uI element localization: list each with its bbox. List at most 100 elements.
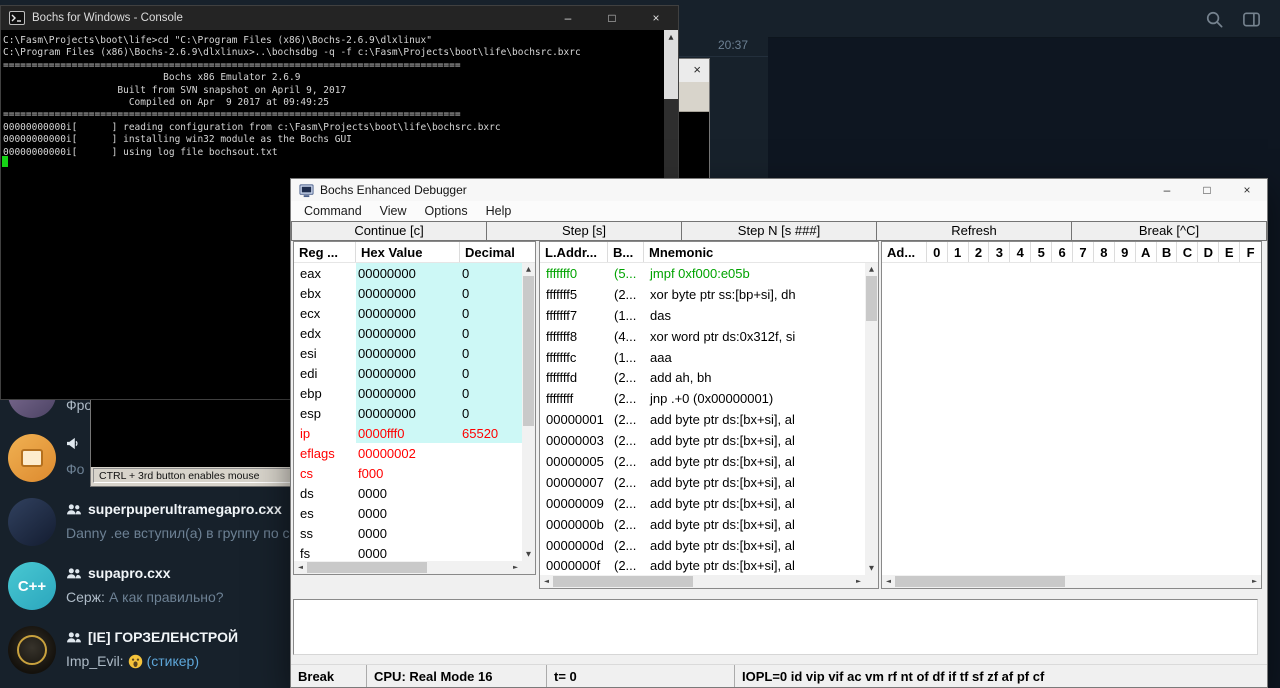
register-row[interactable]: fs 0000 (294, 543, 522, 561)
disasm-row[interactable]: ffffffff (2... jnp .+0 (0x00000001) (540, 388, 865, 409)
close-button[interactable]: × (634, 6, 678, 30)
scroll-right-button[interactable]: ► (1248, 575, 1261, 588)
register-row[interactable]: ecx 00000000 0 (294, 303, 522, 323)
console-titlebar[interactable]: Bochs for Windows - Console – □ × (1, 6, 678, 30)
register-row[interactable]: ebx 00000000 0 (294, 283, 522, 303)
col-header[interactable]: D (1198, 242, 1220, 262)
menu-help[interactable]: Help (477, 201, 521, 221)
scroll-down-button[interactable]: ▼ (522, 548, 535, 561)
break-button[interactable]: Break [^C] (1071, 221, 1267, 241)
menu-view[interactable]: View (371, 201, 416, 221)
scrollbar-thumb[interactable] (553, 576, 693, 587)
col-header[interactable]: 0 (927, 242, 948, 262)
step-button[interactable]: Step [s] (486, 221, 682, 241)
register-vscrollbar[interactable]: ▲ ▼ (522, 263, 535, 561)
register-row[interactable]: ebp 00000000 0 (294, 383, 522, 403)
disasm-mnemonic: add byte ptr ds:[bx+si], al (650, 495, 795, 511)
disasm-row[interactable]: 00000007 (2... add byte ptr ds:[bx+si], al (540, 472, 865, 493)
register-row[interactable]: esp 00000000 0 (294, 403, 522, 423)
disasm-row[interactable]: fffffff5 (2... xor byte ptr ss:[bp+si], dh (540, 284, 865, 305)
continue-button[interactable]: Continue [c] (291, 221, 487, 241)
register-hscrollbar[interactable]: ◄ ► (294, 561, 522, 574)
disasm-row[interactable]: 0000000b (2... add byte ptr ds:[bx+si], al (540, 514, 865, 535)
col-header[interactable]: 9 (1115, 242, 1136, 262)
col-header[interactable]: 3 (989, 242, 1011, 262)
search-icon[interactable] (1205, 10, 1224, 29)
register-row[interactable]: edx 00000000 0 (294, 323, 522, 343)
disasm-row[interactable]: 0000000f (2... add byte ptr ds:[bx+si], al (540, 555, 865, 575)
register-row[interactable]: ip 0000fff0 65520 (294, 423, 522, 443)
debugger-output-box[interactable] (293, 599, 1258, 655)
scroll-right-button[interactable]: ► (852, 575, 865, 588)
col-header[interactable]: Hex Value (356, 242, 460, 262)
register-row[interactable]: cs f000 (294, 463, 522, 483)
maximize-button[interactable]: □ (1187, 179, 1227, 201)
col-header[interactable]: 5 (1031, 242, 1053, 262)
scrollbar-thumb[interactable] (307, 562, 427, 573)
scrollbar-thumb[interactable] (664, 44, 678, 99)
close-icon[interactable]: × (693, 62, 701, 77)
disasm-row[interactable]: fffffff7 (1... das (540, 305, 865, 326)
register-row[interactable]: eflags 00000002 (294, 443, 522, 463)
disasm-row[interactable]: fffffff8 (4... xor word ptr ds:0x312f, si (540, 326, 865, 347)
disasm-row[interactable]: 00000009 (2... add byte ptr ds:[bx+si], al (540, 493, 865, 514)
close-button[interactable]: × (1227, 179, 1267, 201)
col-header[interactable]: B (1157, 242, 1178, 262)
menu-command[interactable]: Command (295, 201, 371, 221)
minimize-button[interactable]: – (1147, 179, 1187, 201)
disasm-row[interactable]: 00000005 (2... add byte ptr ds:[bx+si], al (540, 451, 865, 472)
register-row[interactable]: eax 00000000 0 (294, 263, 522, 283)
col-header[interactable]: B... (608, 242, 644, 262)
scroll-up-button[interactable]: ▲ (664, 30, 678, 44)
register-row[interactable]: es 0000 (294, 503, 522, 523)
scrollbar-thumb[interactable] (523, 276, 534, 426)
scroll-up-button[interactable]: ▲ (522, 263, 535, 276)
scroll-right-button[interactable]: ► (509, 561, 522, 574)
register-row[interactable]: edi 00000000 0 (294, 363, 522, 383)
debugger-titlebar[interactable]: Bochs Enhanced Debugger – □ × (291, 179, 1267, 201)
minimize-button[interactable]: – (546, 6, 590, 30)
scroll-left-button[interactable]: ◄ (294, 561, 307, 574)
scrollbar-thumb[interactable] (866, 276, 877, 321)
register-row[interactable]: ds 0000 (294, 483, 522, 503)
col-header[interactable]: A (1136, 242, 1157, 262)
refresh-button[interactable]: Refresh (876, 221, 1072, 241)
col-header[interactable]: 6 (1052, 242, 1074, 262)
disasm-row[interactable]: 0000000d (2... add byte ptr ds:[bx+si], al (540, 535, 865, 556)
disasm-address: 00000001 (546, 412, 604, 428)
maximize-button[interactable]: □ (590, 6, 634, 30)
col-header[interactable]: 7 (1073, 242, 1094, 262)
col-header[interactable]: 1 (948, 242, 969, 262)
disasm-vscrollbar[interactable]: ▲ ▼ (865, 263, 878, 575)
register-row[interactable]: esi 00000000 0 (294, 343, 522, 363)
col-header[interactable]: Decimal (460, 242, 535, 262)
col-header[interactable]: 2 (969, 242, 990, 262)
scroll-up-button[interactable]: ▲ (865, 263, 878, 276)
scroll-left-button[interactable]: ◄ (540, 575, 553, 588)
col-header[interactable]: 4 (1010, 242, 1032, 262)
col-header[interactable]: F (1240, 242, 1261, 262)
sidebar-toggle-icon[interactable] (1242, 10, 1261, 29)
register-name: edi (300, 365, 318, 381)
scroll-left-button[interactable]: ◄ (882, 575, 895, 588)
menu-options[interactable]: Options (416, 201, 477, 221)
disasm-row[interactable]: fffffffd (2... add ah, bh (540, 367, 865, 388)
col-header[interactable]: E (1219, 242, 1241, 262)
col-header[interactable]: C (1177, 242, 1199, 262)
step-n-button[interactable]: Step N [s ###] (681, 221, 877, 241)
scroll-down-button[interactable]: ▼ (865, 562, 878, 575)
col-header[interactable]: Mnemonic (644, 242, 878, 262)
disasm-row[interactable]: fffffff0 (5... jmpf 0xf000:e05b (540, 263, 865, 284)
col-header[interactable]: L.Addr... (540, 242, 608, 262)
register-row[interactable]: ss 0000 (294, 523, 522, 543)
memory-hscrollbar[interactable]: ◄ ► (882, 575, 1261, 588)
col-header[interactable]: 8 (1094, 242, 1115, 262)
col-header[interactable]: Ad... (882, 242, 927, 262)
disasm-row[interactable]: 00000003 (2... add byte ptr ds:[bx+si], al (540, 430, 865, 451)
disasm-bytes: (2... (614, 537, 637, 553)
scrollbar-thumb[interactable] (895, 576, 1065, 587)
disasm-row[interactable]: fffffffc (1... aaa (540, 347, 865, 368)
disasm-row[interactable]: 00000001 (2... add byte ptr ds:[bx+si], al (540, 409, 865, 430)
col-header[interactable]: Reg ... (294, 242, 356, 262)
disasm-hscrollbar[interactable]: ◄ ► (540, 575, 865, 588)
